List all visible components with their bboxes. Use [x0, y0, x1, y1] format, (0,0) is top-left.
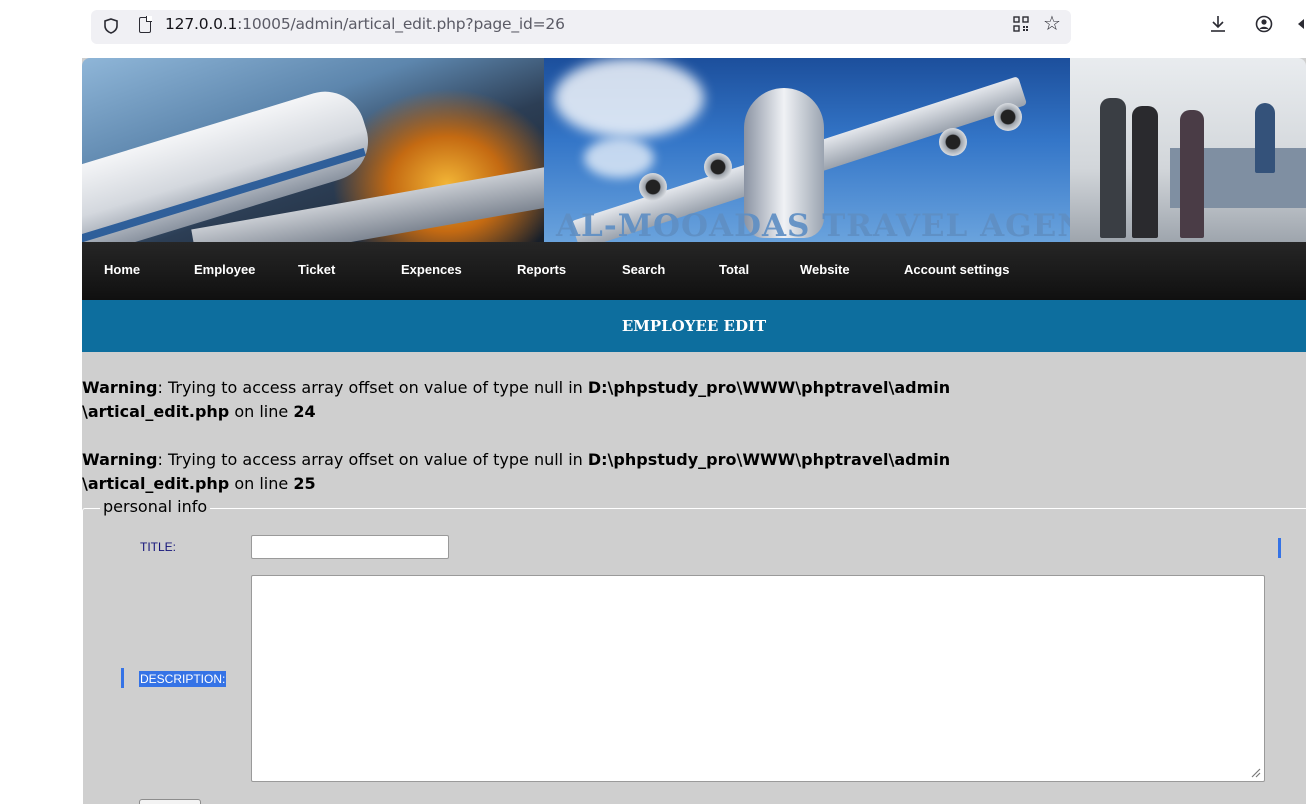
page-title-bar: EMPLOYEE EDIT: [82, 300, 1306, 352]
nav-website[interactable]: Website: [800, 262, 850, 277]
title-input[interactable]: [251, 535, 449, 559]
main-nav: Home Employee Ticket Expences Reports Se…: [82, 242, 1306, 300]
brand-logo-text: AL-MOOADAS TRAVEL AGENCY: [556, 208, 1136, 242]
nav-home[interactable]: Home: [104, 262, 140, 277]
nav-account-settings[interactable]: Account settings: [904, 262, 1009, 277]
selection-caret: [121, 668, 124, 688]
qr-code-icon[interactable]: [1013, 16, 1029, 32]
banner-airplane-photo: [82, 58, 562, 242]
description-label: DESCRIPTION:: [139, 671, 227, 687]
browser-toolbar: 127.0.0.1:10005/admin/artical_edit.php?p…: [0, 0, 1306, 50]
title-label: TITLE:: [140, 540, 177, 554]
fieldset-legend: personal info: [100, 497, 211, 516]
banner-checkin-photo: [1070, 58, 1306, 242]
shield-icon[interactable]: [104, 18, 118, 34]
nav-expences[interactable]: Expences: [401, 262, 462, 277]
text-cursor-marker: [1278, 538, 1281, 558]
header-banner: AL-MOOADAS TRAVEL AGENCY: [82, 58, 1306, 242]
php-warning-2: Warning: Trying to access array offset o…: [82, 450, 951, 469]
php-warning-2-cont: \artical_edit.php on line 25: [82, 474, 316, 493]
extensions-icon[interactable]: [1296, 18, 1306, 30]
download-icon[interactable]: [1209, 14, 1227, 34]
site-container: AL-MOOADAS TRAVEL AGENCY Home Employee T…: [82, 58, 1306, 804]
description-textarea[interactable]: [251, 575, 1265, 782]
php-warning-1: Warning: Trying to access array offset o…: [82, 378, 951, 397]
nav-search[interactable]: Search: [622, 262, 665, 277]
banner-jet-photo: AL-MOOADAS TRAVEL AGENCY: [544, 58, 1134, 242]
nav-total[interactable]: Total: [719, 262, 749, 277]
php-warning-1-cont: \artical_edit.php on line 24: [82, 402, 316, 421]
url-text[interactable]: 127.0.0.1:10005/admin/artical_edit.php?p…: [165, 15, 565, 33]
submit-button[interactable]: [139, 799, 201, 804]
nav-employee[interactable]: Employee: [194, 262, 255, 277]
nav-reports[interactable]: Reports: [517, 262, 566, 277]
page-title: EMPLOYEE EDIT: [621, 317, 767, 335]
bookmark-star-icon[interactable]: ☆: [1043, 13, 1061, 33]
page-icon[interactable]: [139, 16, 152, 33]
nav-ticket[interactable]: Ticket: [298, 262, 335, 277]
resize-grip-icon[interactable]: [1249, 766, 1261, 778]
account-icon[interactable]: [1255, 15, 1273, 33]
